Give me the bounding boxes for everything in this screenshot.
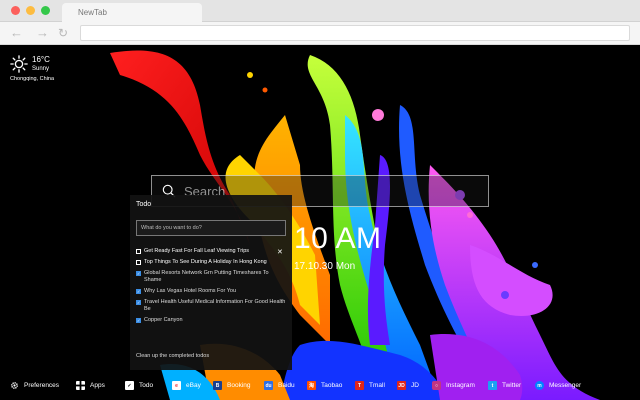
booking-link[interactable]: B Booking: [213, 380, 251, 391]
jd-label: JD: [411, 382, 419, 389]
taobao-label: Taobao: [321, 382, 343, 389]
ebay-label: eBay: [186, 382, 201, 389]
messenger-link[interactable]: m Messenger: [535, 380, 581, 391]
todo-panel: Todo ✕ Get Ready Fast For Fall Leaf View…: [130, 195, 292, 370]
tmall-label: Tmall: [369, 382, 385, 389]
todo-item-text: Get Ready Fast For Fall Leaf Viewing Tri…: [144, 248, 250, 254]
todo-item[interactable]: Get Ready Fast For Fall Leaf Viewing Tri…: [136, 248, 286, 255]
baidu-link[interactable]: du Baidu: [264, 380, 295, 391]
new-tab-page: 16°C Sunny Chongqing, China Todo ✕ Get R…: [0, 45, 640, 400]
clock-time: 10 AM: [294, 222, 382, 255]
sun-icon: [10, 55, 28, 73]
title-bar: NewTab: [0, 0, 640, 22]
taobao-link[interactable]: 淘 Taobao: [307, 380, 342, 391]
todo-item[interactable]: ✓ Global Resorts Network Grn Putting Time…: [136, 270, 286, 284]
todo-item-text: Top Things To See During A Holiday In Ho…: [144, 259, 267, 265]
clock-date: 17.10.30 Mon: [294, 261, 356, 272]
baidu-icon: du: [264, 381, 273, 390]
todo-item[interactable]: Top Things To See During A Holiday In Ho…: [136, 259, 286, 266]
gear-icon: [11, 382, 18, 389]
todo-item-text: Copper Canyon: [144, 317, 183, 323]
twitter-icon: t: [488, 381, 497, 390]
jd-link[interactable]: JD JD: [397, 380, 419, 391]
taobao-icon: 淘: [307, 381, 316, 390]
weather-condition: Sunny: [32, 66, 50, 72]
todo-button[interactable]: ✓ Todo: [125, 380, 153, 391]
tmall-icon: T: [355, 381, 364, 390]
new-todo-input[interactable]: [136, 220, 286, 236]
baidu-label: Baidu: [278, 382, 295, 389]
twitter-link[interactable]: t Twitter: [488, 380, 521, 391]
todo-label: Todo: [139, 382, 154, 389]
clear-completed-link[interactable]: Clean up the completed todos: [136, 353, 209, 359]
grid-icon: [76, 381, 85, 390]
todo-title: Todo: [136, 201, 152, 208]
todo-checkbox-checked[interactable]: ✓: [136, 289, 141, 294]
todo-checkbox-checked[interactable]: ✓: [136, 318, 141, 323]
todo-checkbox-checked[interactable]: ✓: [136, 300, 141, 305]
browser-toolbar: ← → ↻: [0, 22, 640, 45]
instagram-link[interactable]: ○ Instagram: [432, 380, 475, 391]
messenger-icon: m: [535, 381, 544, 390]
ebay-link[interactable]: e eBay: [172, 380, 201, 391]
browser-tab[interactable]: NewTab: [62, 3, 202, 22]
messenger-label: Messenger: [549, 382, 582, 389]
weather-location: Chongqing, China: [10, 76, 55, 82]
booking-icon: B: [213, 381, 222, 390]
todo-checkbox[interactable]: [136, 260, 141, 265]
todo-checkbox[interactable]: [136, 249, 141, 254]
minimize-window-button[interactable]: [26, 6, 35, 15]
address-bar[interactable]: [80, 25, 630, 41]
todo-item[interactable]: ✓ Travel Health Useful Medical Informatio…: [136, 299, 286, 313]
reload-icon[interactable]: ↻: [58, 26, 68, 40]
weather-temperature: 16°C: [32, 55, 50, 64]
todo-item-text: Global Resorts Network Grn Putting Times…: [144, 270, 269, 283]
maximize-window-button[interactable]: [41, 6, 50, 15]
preferences-label: Preferences: [24, 382, 60, 389]
instagram-label: Instagram: [446, 382, 475, 389]
instagram-icon: ○: [432, 381, 441, 390]
checkbox-icon: ✓: [125, 381, 134, 390]
tmall-link[interactable]: T Tmall: [355, 380, 385, 391]
twitter-label: Twitter: [502, 382, 522, 389]
todo-item[interactable]: ✓ Copper Canyon: [136, 317, 286, 324]
browser-window: NewTab ← → ↻ 16°C Sunny Chongqing, China…: [0, 0, 640, 400]
forward-arrow-icon[interactable]: →: [36, 26, 49, 40]
todo-list: Get Ready Fast For Fall Leaf Viewing Tri…: [136, 248, 286, 328]
todo-checkbox-checked[interactable]: ✓: [136, 271, 141, 276]
todo-item-text: Travel Health Useful Medical Information…: [144, 299, 286, 312]
close-window-button[interactable]: [11, 6, 20, 15]
ebay-icon: e: [172, 381, 181, 390]
todo-item-text: Why Las Vegas Hotel Rooms For You: [144, 288, 237, 294]
jd-icon: JD: [397, 381, 406, 390]
tab-title: NewTab: [78, 8, 107, 17]
apps-label: Apps: [90, 382, 105, 389]
apps-button[interactable]: Apps: [76, 380, 105, 391]
preferences-button[interactable]: Preferences: [10, 380, 59, 391]
back-arrow-icon[interactable]: ←: [10, 26, 23, 40]
todo-item[interactable]: ✓ Why Las Vegas Hotel Rooms For You: [136, 288, 286, 295]
booking-label: Booking: [227, 382, 251, 389]
bottom-bar: Preferences Apps ✓ Todo e eBay B Booking…: [0, 372, 640, 400]
